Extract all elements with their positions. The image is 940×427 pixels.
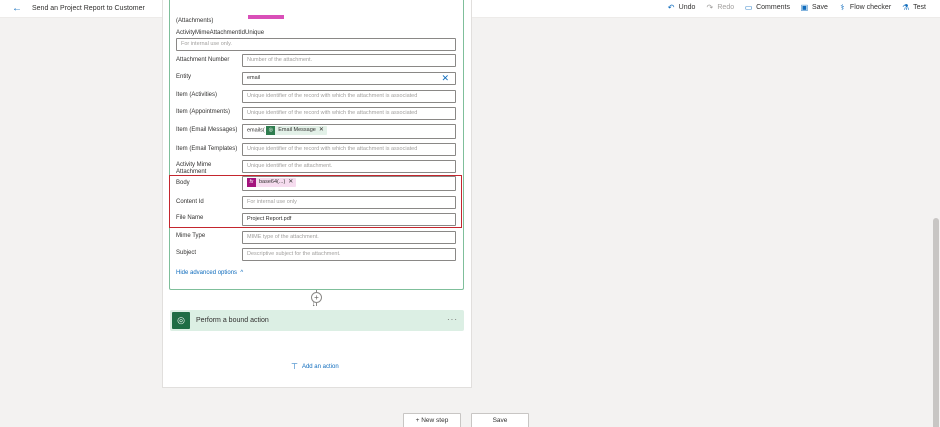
bound-action-label: Perform a bound action — [196, 317, 269, 324]
scrollbar-thumb[interactable] — [933, 218, 939, 427]
clear-icon[interactable]: ✕ — [441, 73, 449, 84]
add-action-icon: ⊤ — [291, 362, 298, 371]
item-activities-input[interactable]: Unique identifier of the record with whi… — [242, 90, 456, 103]
comment-icon: ▭ — [744, 3, 753, 12]
item-activities-label: Item (Activities) — [176, 92, 218, 98]
entity-input[interactable]: email ✕ — [242, 72, 456, 85]
redo-icon: ↷ — [706, 3, 714, 12]
activity-mime-attachment-label: Activity Mime Attachment — [176, 162, 212, 175]
mime-unique-input[interactable]: For internal use only. — [176, 38, 456, 51]
new-step-button[interactable]: + New step — [403, 413, 461, 427]
comments-button[interactable]: ▭ Comments — [744, 3, 790, 12]
bound-action-card[interactable]: ◎ Perform a bound action ··· — [170, 310, 464, 331]
item-email-templates-input[interactable]: Unique identifier of the record with whi… — [242, 143, 456, 156]
item-appointments-label: Item (Appointments) — [176, 109, 231, 115]
toolbar: ↶ Undo ↷ Redo ▭ Comments ▣ Save ⚕ Flow c… — [667, 3, 926, 12]
subject-label: Subject — [176, 250, 197, 256]
dataverse-icon: ◎ — [266, 126, 276, 135]
flask-icon: ⚗ — [902, 3, 910, 12]
attachment-number-input[interactable]: Number of the attachment. — [242, 54, 456, 67]
attachments-token-strip — [248, 15, 284, 19]
test-button[interactable]: ⚗ Test — [901, 3, 926, 12]
stethoscope-icon: ⚕ — [840, 3, 845, 12]
activity-mime-attachment-input[interactable]: Unique identifier of the attachment. — [242, 160, 456, 173]
remove-token-icon[interactable]: ✕ — [319, 125, 324, 136]
entity-label: Entity — [176, 74, 192, 80]
dataverse-icon: ◎ — [172, 312, 190, 329]
save-button[interactable]: ▣ Save — [800, 3, 828, 12]
subject-input[interactable]: Descriptive subject for the attachment. — [242, 248, 456, 261]
more-options-icon[interactable]: ··· — [447, 315, 458, 324]
flow-checker-button[interactable]: ⚕ Flow checker — [838, 3, 891, 12]
undo-icon: ↶ — [667, 3, 675, 12]
chevron-up-icon: ^ — [238, 270, 244, 276]
redo-button[interactable]: ↷ Redo — [705, 3, 735, 12]
vertical-scrollbar[interactable] — [932, 18, 940, 427]
arrow-down-icon: ↓ — [312, 301, 316, 308]
mime-type-label: Mime Type — [176, 233, 206, 239]
item-email-messages-input[interactable]: emails( ◎ Email Message ✕ — [242, 124, 456, 139]
save-icon: ▣ — [800, 3, 809, 12]
highlight-box — [169, 175, 462, 228]
back-arrow-icon[interactable]: ← — [12, 4, 24, 14]
email-message-token[interactable]: ◎ Email Message ✕ — [266, 126, 327, 135]
attachments-label: (Attachments) — [176, 18, 214, 24]
item-appointments-input[interactable]: Unique identifier of the record with whi… — [242, 107, 456, 120]
mime-unique-label: ActivityMimeAttachmentIdUnique — [176, 30, 265, 36]
undo-button[interactable]: ↶ Undo — [667, 3, 696, 12]
hide-advanced-options-link[interactable]: Hide advanced options ^ — [176, 270, 243, 276]
attachment-number-label: Attachment Number — [176, 57, 230, 63]
mime-type-input[interactable]: MIME type of the attachment. — [242, 231, 456, 244]
item-email-messages-label: Item (Email Messages) — [176, 127, 238, 133]
add-action-button[interactable]: ⊤ Add an action — [291, 362, 339, 371]
item-email-templates-label: Item (Email Templates) — [176, 146, 238, 152]
flow-title: Send an Project Report to Customer — [32, 5, 145, 12]
bottom-save-button[interactable]: Save — [471, 413, 529, 427]
